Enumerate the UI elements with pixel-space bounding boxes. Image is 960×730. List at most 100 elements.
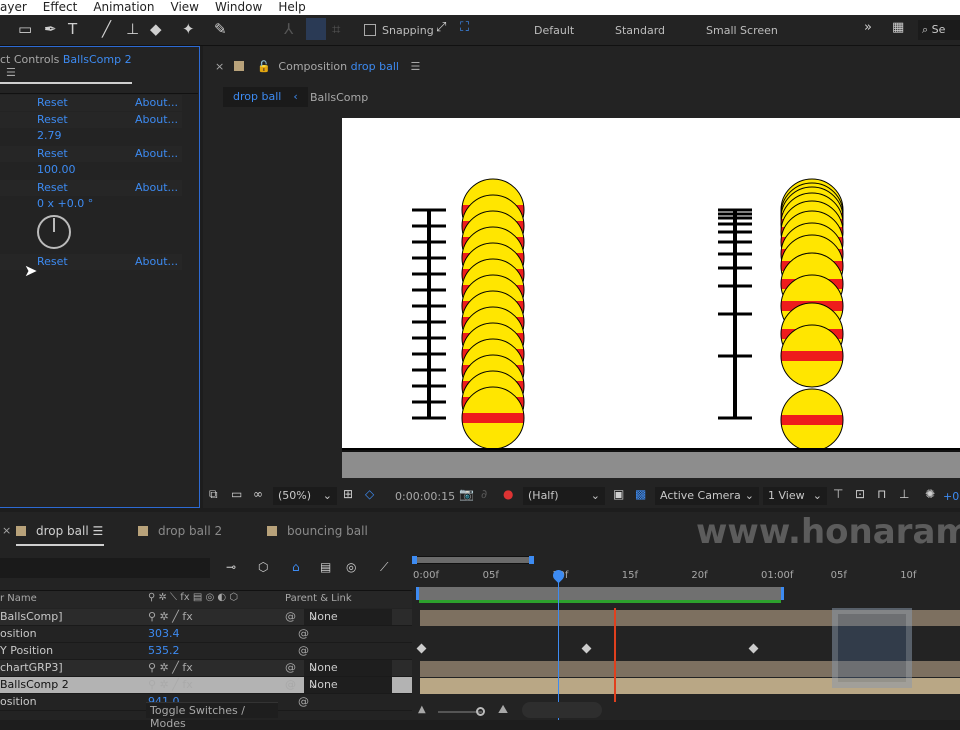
about-button[interactable]: About... (135, 147, 178, 160)
show-snapshot-icon[interactable]: ∂ (481, 487, 487, 501)
comp-flowchart-icon[interactable]: ⊥ (899, 487, 909, 501)
composition-canvas[interactable] (342, 118, 960, 452)
layer-search-input[interactable] (0, 558, 210, 578)
layer-switches-icons[interactable]: ⚲ ✲ ╱ fx (148, 678, 193, 691)
keyboard-icon[interactable]: ▦ (892, 20, 904, 35)
work-area-navigator[interactable] (412, 556, 534, 564)
mask-icon[interactable]: ∞ (253, 487, 263, 501)
zoom-slider[interactable] (438, 707, 485, 716)
type-tool-icon[interactable]: T (68, 20, 77, 38)
snap-icon[interactable]: ⤢ (436, 20, 446, 35)
search-help-input[interactable]: ⌕ Se (918, 20, 960, 40)
pickwhip-icon[interactable]: @ (298, 644, 309, 657)
workspace-standard[interactable]: Standard (615, 24, 665, 37)
timeline-tab-drop-ball-2[interactable]: drop ball 2 (138, 524, 222, 538)
breadcrumb-parent[interactable]: BallsComp (310, 91, 368, 104)
menu-help[interactable]: Help (278, 0, 305, 15)
frame-blending-icon[interactable]: ▤ (320, 560, 331, 574)
snapping-checkbox[interactable] (364, 24, 376, 36)
comp-mini-flowchart-icon[interactable]: ⊸ (226, 560, 236, 574)
clone-stamp-icon[interactable]: ⊥ (126, 20, 139, 38)
reset-exposure-icon[interactable]: ⊡ (855, 487, 865, 501)
snap-frame-icon[interactable]: ⛶ (460, 20, 469, 35)
work-area-bar[interactable] (416, 587, 784, 600)
parent-dropdown[interactable]: None ⌄ (304, 609, 392, 625)
pickwhip-icon[interactable]: @ (298, 627, 309, 640)
reset-button[interactable]: Reset (37, 96, 68, 109)
always-preview-icon[interactable]: ⧉ (209, 487, 218, 502)
parent-dropdown[interactable]: None ⌄ (304, 660, 392, 676)
timeline-tab-bouncing-ball[interactable]: bouncing ball (267, 524, 368, 538)
panel-menu-icon[interactable]: ☰ (410, 60, 420, 73)
current-time[interactable]: 0:00:00:15 (395, 490, 455, 503)
region-icon[interactable]: ⊞ (343, 487, 353, 501)
property-value[interactable]: 535.2 (148, 644, 180, 657)
checkerboard-icon[interactable]: ▩ (635, 487, 646, 501)
rectangle-tool-icon[interactable]: ▭ (18, 20, 32, 38)
more-workspaces-icon[interactable]: » (864, 20, 872, 35)
pickwhip-icon[interactable]: @ (285, 610, 296, 623)
panel-menu-icon[interactable]: ☰ (6, 66, 16, 79)
exposure-icon[interactable]: ✺ (925, 487, 935, 501)
workspace-small-screen[interactable]: Small Screen (706, 24, 778, 37)
monitor-icon[interactable]: ▭ (231, 487, 242, 501)
about-button[interactable]: About... (135, 113, 178, 126)
zoom-in-icon[interactable]: ⛰ (498, 702, 508, 717)
views-dropdown[interactable]: 1 View ⌄ (763, 487, 827, 505)
layer-switches-icons[interactable]: ⚲ ✲ ╱ fx (148, 661, 193, 674)
menu-effect[interactable]: Effect (43, 0, 78, 15)
eraser-tool-icon[interactable]: ◆ (150, 20, 162, 38)
close-icon[interactable]: × (2, 524, 11, 537)
playhead[interactable] (558, 570, 559, 720)
effect-controls-tab[interactable]: ct Controls BallsComp 2 ☰ (0, 53, 132, 84)
timeline-tab-drop-ball[interactable]: drop ball ☰ (16, 524, 104, 546)
value-field[interactable]: 2.79 (37, 129, 62, 142)
world-axis-icon[interactable]: ⌗ (332, 20, 340, 38)
menu-window[interactable]: Window (215, 0, 262, 15)
breadcrumb-active[interactable]: drop ball ‹ (223, 87, 308, 107)
resolution-dropdown[interactable]: (Half) ⌄ (523, 487, 605, 505)
zoom-out-icon[interactable]: ▲ (418, 704, 426, 715)
fast-preview-icon[interactable]: ▣ (613, 487, 624, 501)
draft-3d-icon[interactable]: ⬡ (258, 560, 268, 574)
composition-tab[interactable]: × 🔓 Composition drop ball ☰ (215, 60, 420, 73)
value-field[interactable]: 100.00 (37, 163, 76, 176)
brush-tool-icon[interactable]: ╱ (102, 20, 111, 38)
lock-icon[interactable]: 🔓 (257, 60, 271, 73)
pickwhip-icon[interactable]: @ (298, 695, 309, 708)
property-row[interactable]: Y Position 535.2 @ (0, 643, 412, 660)
reset-button[interactable]: Reset (37, 147, 68, 160)
reset-button[interactable]: Reset (37, 181, 68, 194)
timeline-scrollbar[interactable] (522, 702, 602, 718)
snapshot-icon[interactable]: 📷 (459, 487, 474, 501)
shy-layers-icon[interactable]: ⌂ (292, 560, 300, 574)
layer-row[interactable]: BallsComp] ⚲ ✲ ╱ fx @ None ⌄ (0, 609, 412, 626)
roto-brush-icon[interactable]: ✦ (182, 20, 195, 38)
menu-layer[interactable]: ayer (0, 0, 27, 15)
parent-dropdown[interactable]: None ⌄ (304, 677, 392, 693)
property-row[interactable]: osition 303.4 @ (0, 626, 412, 643)
menu-animation[interactable]: Animation (93, 0, 154, 15)
pickwhip-icon[interactable]: @ (285, 661, 296, 674)
toggle-switches-modes-button[interactable]: Toggle Switches / Modes (146, 702, 278, 730)
axis-icon[interactable]: ⅄ (284, 20, 293, 38)
motion-blur-icon[interactable]: ◎ (346, 560, 356, 574)
toggle-pixel-icon[interactable]: ⊤ (833, 487, 843, 501)
reset-button[interactable]: Reset (37, 113, 68, 126)
workspace-default[interactable]: Default (534, 24, 574, 37)
transparency-grid-icon[interactable]: ◇ (365, 487, 374, 501)
exposure-value[interactable]: +0.0 (943, 490, 960, 503)
about-button[interactable]: About... (135, 96, 178, 109)
zoom-dropdown[interactable]: (50%) ⌄ (273, 487, 337, 505)
pen-tool-icon[interactable]: ✒ (44, 20, 57, 38)
puppet-pin-icon[interactable]: ✎ (214, 20, 227, 38)
property-value[interactable]: 303.4 (148, 627, 180, 640)
close-icon[interactable]: × (215, 60, 224, 73)
angle-dial[interactable] (37, 215, 71, 249)
panel-menu-icon[interactable]: ☰ (93, 524, 104, 538)
about-button[interactable]: About... (135, 255, 178, 268)
time-ruler[interactable]: 0:00f05f10f15f20f01:00f05f10f (413, 566, 960, 586)
layer-row[interactable]: BallsComp 2 ⚲ ✲ ╱ fx @ None ⌄ (0, 677, 412, 694)
local-axis-icon[interactable] (306, 18, 326, 40)
camera-dropdown[interactable]: Active Camera ⌄ (655, 487, 759, 505)
